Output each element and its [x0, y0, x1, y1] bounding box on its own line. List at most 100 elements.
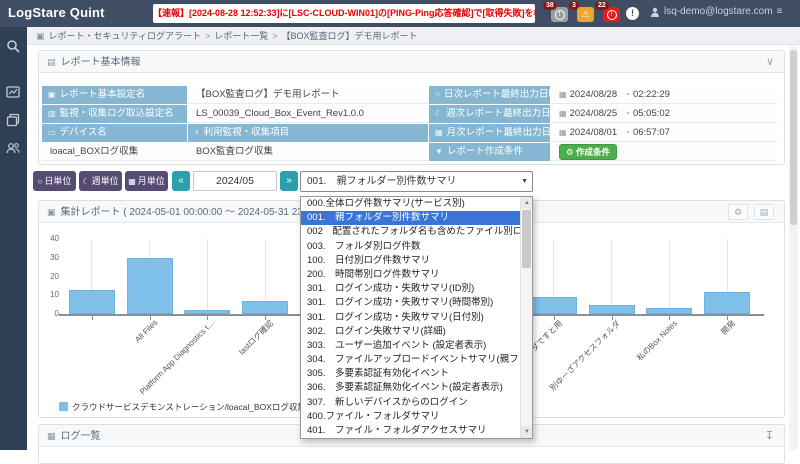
table-icon: ▦ [47, 431, 56, 441]
dropdown-option[interactable]: 305. 多要素認証有効化イベント [301, 367, 532, 381]
report-type-select[interactable]: 001. 親フォルダー別件数サマリ ▼ [300, 171, 533, 192]
dropdown-option[interactable]: 301. ログイン成功・失敗サマリ(ID別) [301, 282, 532, 296]
exclamation-circle-icon: ! [607, 10, 617, 20]
y-axis-tick-label: 40 [41, 234, 59, 243]
chart-settings-button[interactable]: ⚙ [728, 204, 748, 220]
dropdown-option[interactable]: 307. 新しいデバイスからのログイン [301, 396, 532, 410]
page-scrollbar-thumb[interactable] [790, 50, 797, 225]
dropdown-option[interactable]: 100. 日付別ログ件数サマリ [301, 254, 532, 268]
bar [242, 301, 288, 314]
label-daily-output: ○日次レポート最終出力日時 [429, 86, 550, 104]
y-axis-tick-label: 10 [41, 290, 59, 299]
breadcrumb-link-reports[interactable]: レポート・セキュリティログアラート [49, 31, 201, 41]
users-icon[interactable] [6, 141, 21, 156]
report-chart-icon[interactable] [6, 85, 21, 100]
user-email: lsq-demo@logstare.com [664, 6, 773, 17]
x-axis-label: All Files [133, 318, 159, 344]
clock-icon: ○ [435, 90, 440, 99]
x-axis-label: 私のBox Notes [635, 318, 680, 363]
report-type-dropdown-list: 000.全体ログ件数サマリ(サービス別)001. 親フォルダー別件数サマリ002… [300, 196, 533, 439]
layers-copy-icon[interactable] [6, 113, 21, 128]
month-unit-button[interactable]: ▦月単位 [125, 171, 168, 191]
condition-button[interactable]: ⚙ 作成条件 [559, 144, 617, 160]
day-unit-button[interactable]: ○日単位 [33, 171, 76, 191]
download-icon[interactable]: ↧ [765, 425, 774, 447]
label-monitored-items: ⚡利用監視・収集項目 [188, 124, 428, 142]
value-report-setting-name: 【BOX監査ログ】デモ用レポート [188, 86, 428, 104]
dropdown-scrollbar[interactable]: ▲ ▼ [520, 197, 532, 438]
panel-title: レポート基本情報 [61, 57, 141, 68]
dropdown-option[interactable]: 301. ログイン成功・失敗サマリ(時間帯別) [301, 296, 532, 310]
help-info-icon[interactable]: ! [626, 7, 639, 20]
chart-title: 集計レポート ( 2024-05-01 00:00:00 ～ 2024-05-3… [61, 207, 337, 218]
cell-report-condition: ⚙ 作成条件 [551, 143, 777, 161]
dropdown-option[interactable]: 401. ファイル・フォルダアクセスサマリ [301, 424, 532, 438]
bar [127, 258, 173, 314]
badge-count: 22 [595, 1, 609, 10]
top-header: LogStare Quint 【速報】[2024-08-28 12:52:33]… [0, 0, 800, 27]
moon-icon: ☾ [435, 109, 442, 118]
menu-icon: ≡ [777, 6, 783, 17]
calendar-icon: ▦ [559, 109, 567, 118]
user-icon [650, 7, 660, 17]
value-log-import-setting: LS_00039_Cloud_Box_Event_Rev1.0.0 [188, 105, 428, 123]
breadcrumb: ▣レポート・セキュリティログアラート>レポート一覧>【BOX監査ログ】デモ用レポ… [27, 27, 800, 45]
bar [531, 297, 577, 314]
monitor-icon: ▭ [48, 128, 56, 137]
exclamation-circle-icon: ! [555, 10, 565, 20]
warning-icon: ⚠ [581, 9, 589, 19]
label-log-import-setting: ▥監視・収集ログ取込設定名 [42, 105, 187, 123]
badge-error[interactable]: 22 ! [603, 7, 620, 22]
collapse-chevron-icon[interactable]: ∨ [766, 51, 774, 73]
sun-icon: ○ [38, 177, 43, 186]
y-axis-tick-label: 30 [41, 253, 59, 262]
dropdown-option[interactable]: 306. 多要素認証無効化イベント(設定者表示) [301, 381, 532, 395]
report-info-panel: ▤レポート基本情報 ∨ ▣レポート基本設定名 【BOX監査ログ】デモ用レポート … [38, 50, 785, 165]
label-report-setting-name: ▣レポート基本設定名 [42, 86, 187, 104]
week-unit-button[interactable]: ☾週単位 [79, 171, 122, 191]
prev-period-button[interactable]: « [172, 171, 190, 191]
dropdown-option[interactable]: 200. 時間帯別ログ件数サマリ [301, 268, 532, 282]
dropdown-option[interactable]: 000.全体ログ件数サマリ(サービス別) [301, 197, 532, 211]
bar [184, 310, 230, 314]
y-axis-tick-label: 0 [41, 309, 59, 318]
scroll-down-icon[interactable]: ▼ [521, 426, 533, 438]
export-file-icon: ▤ [760, 207, 769, 217]
image-icon: ▣ [48, 90, 56, 99]
dropdown-option[interactable]: 304. ファイルアップロードイベントサマリ(親フォルダ別) [301, 353, 532, 367]
calendar-icon: ▦ [559, 90, 567, 99]
period-input[interactable] [193, 171, 277, 191]
bar [69, 290, 115, 314]
alert-ticker[interactable]: 【速報】[2024-08-28 12:52:33]に[LSC-CLOUD-WIN… [153, 4, 535, 23]
gridline [611, 239, 612, 314]
dropdown-option[interactable]: 002 配置されたフォルダ名も含めたファイル別ログ件数 [301, 225, 532, 239]
scroll-up-icon[interactable]: ▲ [521, 197, 533, 209]
calendar-icon: ▦ [435, 128, 443, 137]
log-panel-title: ログ一覧 [61, 431, 101, 442]
clock-icon: ◔ [625, 109, 630, 118]
x-axis-label: lastログ確認 [237, 318, 276, 357]
scrollbar-thumb[interactable] [522, 210, 531, 268]
chart-export-button[interactable]: ▤ [754, 204, 774, 220]
dropdown-option[interactable]: 003. フォルダ別ログ件数 [301, 240, 532, 254]
badge-warning[interactable]: 3 ⚠ [577, 7, 594, 22]
next-period-button[interactable]: » [280, 171, 298, 191]
breadcrumb-separator: > [272, 31, 277, 41]
user-menu[interactable]: lsq-demo@logstare.com ≡ [650, 6, 782, 17]
clock-icon: ◔ [625, 90, 630, 99]
badge-device-status[interactable]: 38 ! [551, 7, 568, 22]
dropdown-option[interactable]: 303. ユーザー追加イベント (設定者表示) [301, 339, 532, 353]
bar [589, 305, 635, 314]
dropdown-option[interactable]: 302. ログイン失敗サマリ(詳細) [301, 325, 532, 339]
dropdown-option[interactable]: 301. ログイン成功・失敗サマリ(日付別) [301, 311, 532, 325]
dropdown-option[interactable]: 400.ファイル・フォルダサマリ [301, 410, 532, 424]
x-axis-tick [92, 316, 93, 320]
dropdown-option[interactable]: 001. 親フォルダー別件数サマリ [301, 211, 532, 225]
search-icon[interactable] [6, 39, 21, 54]
value-device-name: loacal_BOXログ収集 [42, 143, 187, 161]
breadcrumb-current: 【BOX監査ログ】デモ用レポート [282, 31, 418, 41]
label-weekly-output: ☾週次レポート最終出力日時 [429, 105, 550, 123]
image-icon: ▣ [36, 31, 45, 41]
breadcrumb-link-report-list[interactable]: レポート一覧 [214, 31, 268, 41]
x-axis-label: ダですと用 [529, 318, 565, 354]
